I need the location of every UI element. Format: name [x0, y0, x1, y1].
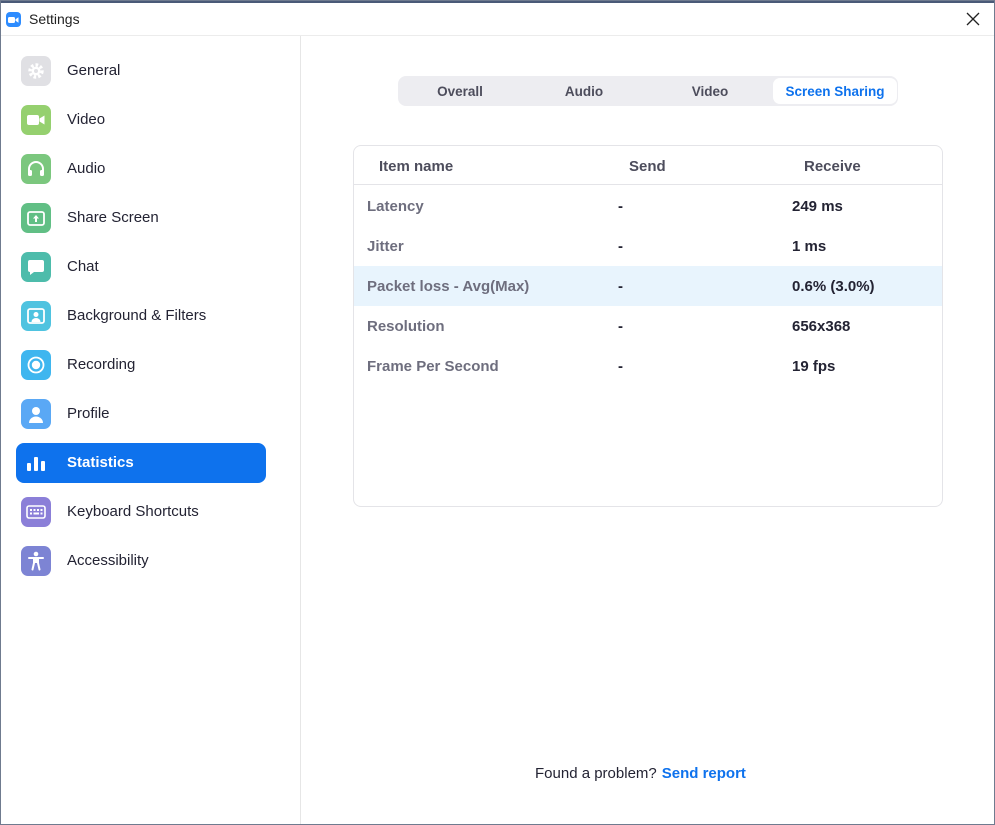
stats-tab-bar: Overall Audio Video Screen Sharing — [398, 76, 898, 106]
zoom-app-icon — [6, 12, 21, 27]
title-bar: Settings — [1, 3, 994, 36]
row-send-value: - — [618, 238, 623, 255]
row-receive-value: 1 ms — [792, 238, 827, 255]
bar-chart-icon — [21, 448, 51, 478]
sidebar-item-background-filters[interactable]: Background & Filters — [16, 296, 266, 336]
record-icon — [21, 350, 51, 380]
tab-overall[interactable]: Overall — [398, 78, 522, 104]
row-send-value: - — [618, 318, 623, 335]
row-receive-value: 0.6% (3.0%) — [792, 278, 875, 295]
sidebar-item-general[interactable]: General — [16, 51, 266, 91]
sidebar-item-video[interactable]: Video — [16, 100, 266, 140]
row-item-name: Frame Per Second — [367, 358, 499, 375]
sidebar-item-label: Recording — [67, 356, 136, 373]
row-item-name: Latency — [367, 198, 424, 215]
video-camera-icon — [21, 105, 51, 135]
settings-window: Settings General Video Audio Share Scree… — [0, 0, 995, 825]
close-icon — [966, 12, 980, 26]
table-row: Jitter - 1 ms — [354, 226, 942, 266]
sidebar-item-profile[interactable]: Profile — [16, 394, 266, 434]
sidebar-item-keyboard-shortcuts[interactable]: Keyboard Shortcuts — [16, 492, 266, 532]
sidebar-item-label: Statistics — [67, 454, 134, 471]
header-receive: Receive — [804, 158, 861, 175]
sidebar-item-statistics[interactable]: Statistics — [16, 443, 266, 483]
row-send-value: - — [618, 198, 623, 215]
header-item-name: Item name — [379, 158, 454, 175]
statistics-table: Item name Send Receive Latency - 249 ms … — [353, 145, 943, 507]
row-send-value: - — [618, 278, 623, 295]
sidebar-item-label: Keyboard Shortcuts — [67, 503, 199, 520]
sidebar-item-label: Share Screen — [67, 209, 159, 226]
sidebar-item-label: Video — [67, 111, 106, 128]
row-receive-value: 249 ms — [792, 198, 843, 215]
background-person-icon — [21, 301, 51, 331]
sidebar-item-chat[interactable]: Chat — [16, 247, 266, 287]
chat-bubble-icon — [21, 252, 51, 282]
send-report-link[interactable]: Send report — [662, 765, 746, 782]
sidebar-item-label: General — [67, 62, 121, 79]
tab-screen-sharing[interactable]: Screen Sharing — [773, 78, 897, 104]
table-header: Item name Send Receive — [354, 146, 942, 185]
report-footer: Found a problem? Send report — [535, 765, 746, 782]
row-item-name: Packet loss - Avg(Max) — [367, 278, 530, 295]
close-button[interactable] — [962, 8, 984, 30]
accessibility-icon — [21, 546, 51, 576]
sidebar-item-label: Background & Filters — [67, 307, 207, 324]
row-item-name: Jitter — [367, 238, 404, 255]
sidebar-item-recording[interactable]: Recording — [16, 345, 266, 385]
row-receive-value: 19 fps — [792, 358, 836, 375]
row-item-name: Resolution — [367, 318, 445, 335]
keyboard-icon — [21, 497, 51, 527]
person-icon — [21, 399, 51, 429]
tab-video[interactable]: Video — [648, 78, 772, 104]
table-row: Frame Per Second - 19 fps — [354, 346, 942, 386]
sidebar-item-label: Chat — [67, 258, 99, 275]
share-screen-icon — [21, 203, 51, 233]
table-row: Resolution - 656x368 — [354, 306, 942, 346]
report-prompt: Found a problem? — [535, 765, 657, 782]
table-row: Latency - 249 ms — [354, 186, 942, 226]
header-send: Send — [629, 158, 666, 175]
row-receive-value: 656x368 — [792, 318, 851, 335]
window-title: Settings — [29, 11, 80, 27]
sidebar-item-label: Accessibility — [67, 552, 149, 569]
table-row-highlighted: Packet loss - Avg(Max) - 0.6% (3.0%) — [354, 266, 942, 306]
sidebar-item-label: Audio — [67, 160, 106, 177]
row-send-value: - — [618, 358, 623, 375]
gear-icon — [21, 56, 51, 86]
sidebar-item-accessibility[interactable]: Accessibility — [16, 541, 266, 581]
sidebar-item-share-screen[interactable]: Share Screen — [16, 198, 266, 238]
sidebar: General Video Audio Share Screen Chat Ba… — [1, 36, 301, 824]
sidebar-item-label: Profile — [67, 405, 110, 422]
sidebar-item-audio[interactable]: Audio — [16, 149, 266, 189]
tab-audio[interactable]: Audio — [522, 78, 646, 104]
headphones-icon — [21, 154, 51, 184]
